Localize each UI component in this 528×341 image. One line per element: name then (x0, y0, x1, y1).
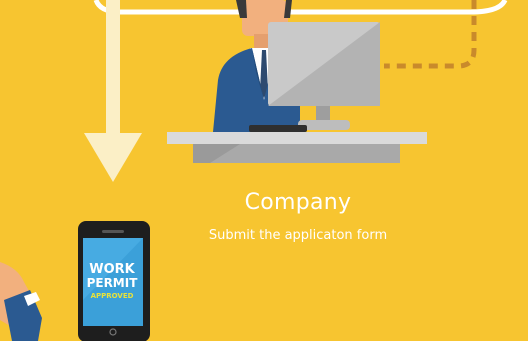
down-arrow (84, 0, 142, 182)
company-title: Company (244, 190, 352, 215)
company-subtitle: Submit the applicaton form (208, 228, 388, 243)
workflow-illustration (0, 0, 508, 341)
phone-text-approved: APPROVED (90, 292, 134, 300)
top-frame-border (93, 0, 508, 15)
keyboard (249, 125, 307, 132)
desk (167, 132, 427, 163)
hand-holding-phone (0, 262, 42, 341)
phone-text-work: WORK (89, 262, 135, 277)
phone-text-permit: PERMIT (86, 276, 138, 290)
